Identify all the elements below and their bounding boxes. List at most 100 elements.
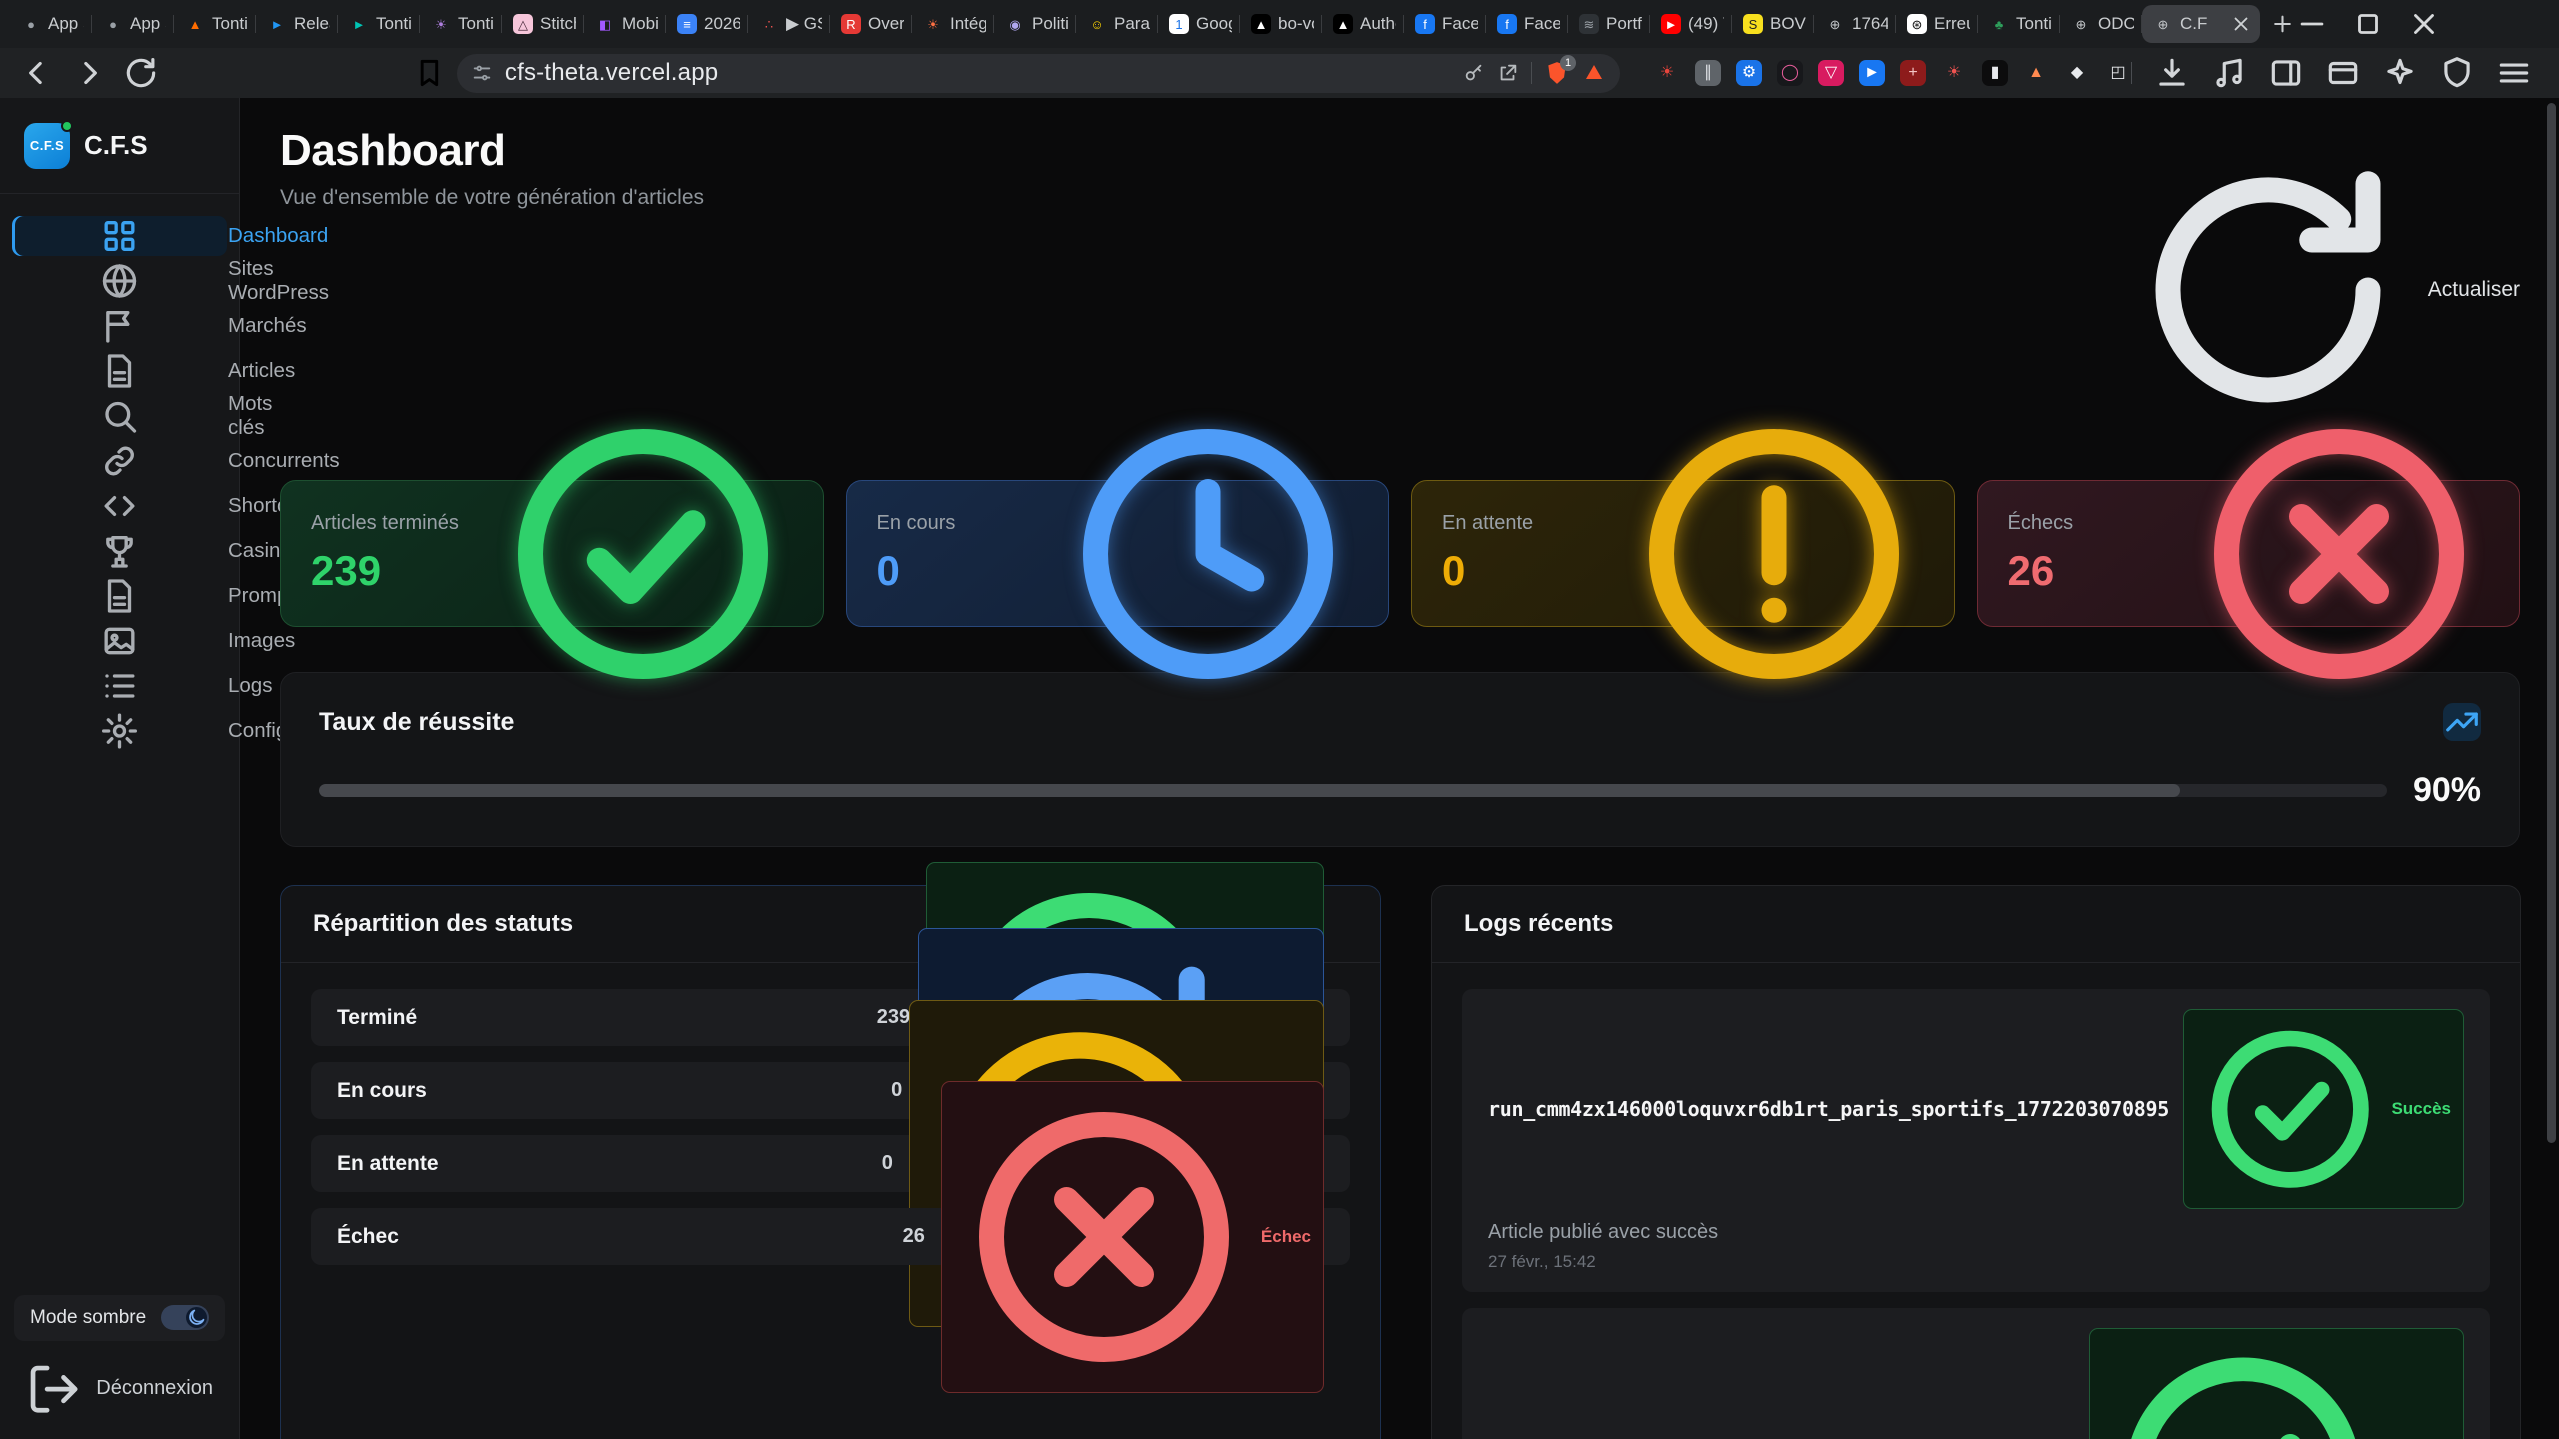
browser-tab[interactable]: ≡ 2026-0 bbox=[666, 0, 748, 48]
browser-tab[interactable]: ⊛ Erreur bbox=[1896, 0, 1978, 48]
browser-tab[interactable]: ☀ Tontine bbox=[420, 0, 502, 48]
url-text[interactable]: cfs-theta.vercel.app bbox=[505, 59, 1451, 87]
close-button[interactable] bbox=[2407, 7, 2441, 41]
browser-tab[interactable]: ► Release bbox=[256, 0, 338, 48]
extension-icon[interactable]: ▮ bbox=[1982, 60, 2008, 86]
sidebar-item[interactable]: Dashboard bbox=[12, 216, 227, 256]
sidebar-item[interactable]: Casinos bbox=[12, 531, 227, 571]
extension-icon[interactable]: ⚙ bbox=[1736, 60, 1762, 86]
extension-icon[interactable]: + bbox=[1900, 60, 1926, 86]
refresh-icon bbox=[2118, 140, 2418, 440]
browser-tab[interactable]: ● App Sto bbox=[10, 0, 92, 48]
browser-tab[interactable]: △ Stitch - bbox=[502, 0, 584, 48]
tab-title: App Sto bbox=[130, 14, 166, 34]
leo-ai-icon[interactable] bbox=[2381, 54, 2419, 92]
forward-button[interactable] bbox=[70, 54, 108, 92]
back-button[interactable] bbox=[18, 54, 56, 92]
browser-tab[interactable]: 1 Google bbox=[1158, 0, 1240, 48]
browser-tab[interactable]: ◧ Mobile bbox=[584, 0, 666, 48]
browser-tab[interactable]: f Facebo bbox=[1404, 0, 1486, 48]
sidebar-item[interactable]: Concurrents bbox=[12, 441, 227, 481]
wallet-icon[interactable] bbox=[2324, 54, 2362, 92]
browser-tab[interactable]: ⊕ 176441 bbox=[1814, 0, 1896, 48]
sidebar-item-icon bbox=[25, 531, 214, 571]
browser-tab[interactable]: ∴ ▶ GSC bbox=[748, 0, 830, 48]
extension-icon[interactable]: ▲ bbox=[2023, 60, 2049, 86]
log-badge-icon bbox=[2102, 1334, 2384, 1439]
extension-icon[interactable]: ◆ bbox=[2064, 60, 2090, 86]
menu-icon[interactable] bbox=[2495, 54, 2533, 92]
browser-tab[interactable]: ≋ Portfoli bbox=[1568, 0, 1650, 48]
url-bar[interactable]: cfs-theta.vercel.app 1 bbox=[457, 54, 1620, 93]
browser-tab[interactable]: ◉ Politiqu bbox=[994, 0, 1076, 48]
tab-title: ODORA bbox=[2098, 14, 2134, 34]
tab-title: ▶ GSC bbox=[786, 14, 822, 34]
browser-tab[interactable]: f Facebo bbox=[1486, 0, 1568, 48]
sidebar-item[interactable]: Logs bbox=[12, 666, 227, 706]
sidebar-item[interactable]: Mots clés bbox=[12, 396, 227, 436]
tab-favicon: ≋ bbox=[1579, 14, 1599, 34]
extension-icon[interactable]: ► bbox=[1859, 60, 1885, 86]
shield-icon[interactable]: 1 bbox=[1544, 60, 1570, 86]
browser-tab[interactable]: ▲ bo-vo- bbox=[1240, 0, 1322, 48]
extension-icon[interactable]: ▽ bbox=[1818, 60, 1844, 86]
browser-tab[interactable]: S BOVO_ bbox=[1732, 0, 1814, 48]
vpn-icon[interactable] bbox=[2438, 54, 2476, 92]
sidebar-item[interactable]: Marchés bbox=[12, 306, 227, 346]
stat-card: En attente 0 bbox=[1411, 480, 1955, 627]
sidebar-panel-icon[interactable] bbox=[2267, 54, 2305, 92]
stat-icon bbox=[1058, 404, 1358, 704]
browser-tab[interactable]: ► Tontine bbox=[338, 0, 420, 48]
bookmark-icon[interactable] bbox=[412, 54, 447, 92]
tab-title: 176441 bbox=[1852, 14, 1888, 34]
logout-button[interactable]: Déconnexion bbox=[14, 1341, 225, 1417]
tab-title: Portfoli bbox=[1606, 14, 1642, 34]
browser-tab[interactable]: ▲ Tontine bbox=[174, 0, 256, 48]
dark-mode-toggle[interactable] bbox=[161, 1305, 209, 1330]
extension-icon[interactable]: ◰ bbox=[2105, 60, 2131, 86]
key-icon[interactable] bbox=[1463, 62, 1485, 84]
extension-icon[interactable]: ☀ bbox=[1941, 60, 1967, 86]
browser-tab[interactable]: ♣ Tontine bbox=[1978, 0, 2060, 48]
browser-tab[interactable]: ► (49) You bbox=[1650, 0, 1732, 48]
browser-tab[interactable]: ⊕ ODORA bbox=[2060, 0, 2142, 48]
minimize-button[interactable] bbox=[2295, 7, 2329, 41]
tab-favicon: ▲ bbox=[1251, 14, 1271, 34]
reload-button[interactable] bbox=[122, 54, 160, 92]
sidebar-item[interactable]: Sites WordPress bbox=[12, 261, 227, 301]
tab-favicon: ▲ bbox=[185, 14, 205, 34]
sidebar-item[interactable]: Shortcodes bbox=[12, 486, 227, 526]
status-badge-icon bbox=[954, 1087, 1254, 1387]
status-rows: Terminé 239 Terminé En cours bbox=[281, 963, 1380, 1291]
share-icon[interactable] bbox=[1497, 62, 1519, 84]
maximize-button[interactable] bbox=[2351, 7, 2385, 41]
brave-logo[interactable] bbox=[1582, 61, 1606, 85]
site-settings-icon[interactable] bbox=[471, 62, 493, 84]
tab-title: Intégre bbox=[950, 14, 986, 34]
browser-tab[interactable]: ⊕ C.F bbox=[2142, 5, 2260, 43]
stat-label: En attente bbox=[1442, 512, 1533, 535]
extension-icon[interactable]: ☀ bbox=[1654, 60, 1680, 86]
sidebar-item[interactable]: Configuration bbox=[12, 711, 227, 751]
sidebar-item[interactable]: Articles bbox=[12, 351, 227, 391]
media-icon[interactable] bbox=[2210, 54, 2248, 92]
browser-tab[interactable]: ▲ Authent bbox=[1322, 0, 1404, 48]
tab-favicon: ☀ bbox=[431, 14, 451, 34]
refresh-button[interactable]: Actualiser bbox=[2118, 140, 2520, 440]
sidebar-item[interactable]: Prompts bbox=[12, 576, 227, 616]
tab-favicon: ► bbox=[1661, 14, 1681, 34]
trending-icon-button[interactable] bbox=[2443, 703, 2481, 741]
browser-tab[interactable]: ● App Sto bbox=[92, 0, 174, 48]
browser-tab[interactable]: ☺ Paramè bbox=[1076, 0, 1158, 48]
downloads-icon[interactable] bbox=[2153, 54, 2191, 92]
tab-title: Release bbox=[294, 14, 330, 34]
scrollbar[interactable] bbox=[2547, 103, 2556, 1143]
tab-close-icon[interactable] bbox=[2230, 13, 2252, 35]
sidebar-item[interactable]: Images bbox=[12, 621, 227, 661]
extension-icon[interactable]: ∥ bbox=[1695, 60, 1721, 86]
new-tab-button[interactable] bbox=[2270, 7, 2295, 41]
tab-title: Facebo bbox=[1442, 14, 1478, 34]
browser-tab[interactable]: ☀ Intégre bbox=[912, 0, 994, 48]
extension-icon[interactable]: ◯ bbox=[1777, 60, 1803, 86]
browser-tab[interactable]: R Overvie bbox=[830, 0, 912, 48]
